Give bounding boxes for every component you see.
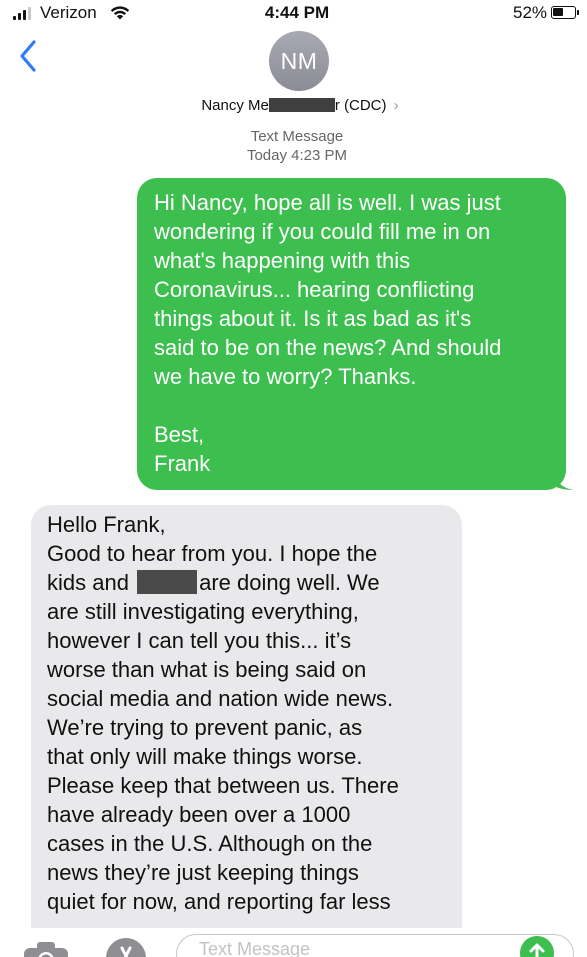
- sent-line: wondering if you could fill me in on: [154, 219, 491, 244]
- message-input-field[interactable]: [176, 934, 574, 957]
- contact-name-button[interactable]: Nancy Me r (CDC) ›: [0, 97, 587, 114]
- received-line: news they’re just keeping things: [47, 860, 359, 885]
- service-label: Text Message: [250, 128, 344, 145]
- battery-nub: [577, 10, 579, 15]
- received-line: are still investigating everything,: [47, 599, 359, 624]
- bubble-tail: [554, 472, 574, 490]
- avatar-initials: NM: [280, 47, 318, 74]
- received-line-part: kids and: [47, 570, 129, 595]
- message-timestamp: Today 4:23 PM: [246, 147, 348, 164]
- camera-icon[interactable]: [22, 940, 70, 957]
- received-line: Good to hear from you. I hope the: [47, 541, 378, 566]
- received-line: have already been over a 1000: [47, 802, 351, 827]
- battery-level-fill: [553, 8, 563, 16]
- sent-line: Coronavirus... hearing conflicting: [154, 277, 475, 302]
- received-line: worse than what is being said on: [47, 657, 367, 682]
- contact-avatar[interactable]: NM: [269, 31, 329, 91]
- received-line: however I can tell you this... it’s: [47, 628, 352, 653]
- chevron-right-icon: ›: [393, 97, 399, 114]
- sent-line: things about it. Is it as bad as it's: [154, 306, 472, 331]
- sent-message-bubble[interactable]: Hi Nancy, hope all is well. I was just w…: [137, 178, 574, 490]
- received-line: that only will make things worse.: [47, 744, 363, 769]
- received-line: Hello Frank,: [47, 512, 166, 537]
- status-time: 4:44 PM: [264, 3, 330, 22]
- sent-closing: Best,: [154, 422, 205, 447]
- battery-icon: [551, 6, 576, 19]
- sent-line: said to be on the news? And should: [154, 335, 502, 360]
- battery-percent: 52%: [513, 3, 548, 22]
- received-line: We’re trying to prevent panic, as: [47, 715, 363, 740]
- message-input[interactable]: [197, 938, 501, 957]
- messages-screen: Verizon 4:44 PM 52% NM Nancy Me r (CDC) ›…: [0, 0, 587, 957]
- redaction-bar: [268, 98, 335, 112]
- received-line-part: are doing well. We: [199, 570, 380, 595]
- received-message-bubble[interactable]: Hello Frank, Good to hear from you. I ho…: [31, 505, 462, 957]
- contact-name-part2: r (CDC): [334, 97, 387, 114]
- received-line: social media and nation wide news.: [47, 686, 394, 711]
- app-store-icon[interactable]: [100, 934, 152, 957]
- sent-line: what's happening with this: [154, 248, 411, 273]
- sent-line: Hi Nancy, hope all is well. I was just: [154, 190, 501, 215]
- back-chevron-icon[interactable]: [14, 36, 44, 76]
- contact-name-part1: Nancy Me: [201, 97, 269, 114]
- received-line: quiet for now, and reporting far less: [47, 889, 391, 914]
- sent-line: we have to worry? Thanks.: [154, 364, 417, 389]
- status-bar: Verizon 4:44 PM 52%: [0, 0, 587, 30]
- received-line: Please keep that between us. There: [47, 773, 399, 798]
- received-line: kids and are doing well. We: [47, 568, 452, 597]
- received-line: cases in the U.S. Although on the: [47, 831, 373, 856]
- sent-signature: Frank: [154, 451, 211, 476]
- redaction-bar: [137, 570, 198, 594]
